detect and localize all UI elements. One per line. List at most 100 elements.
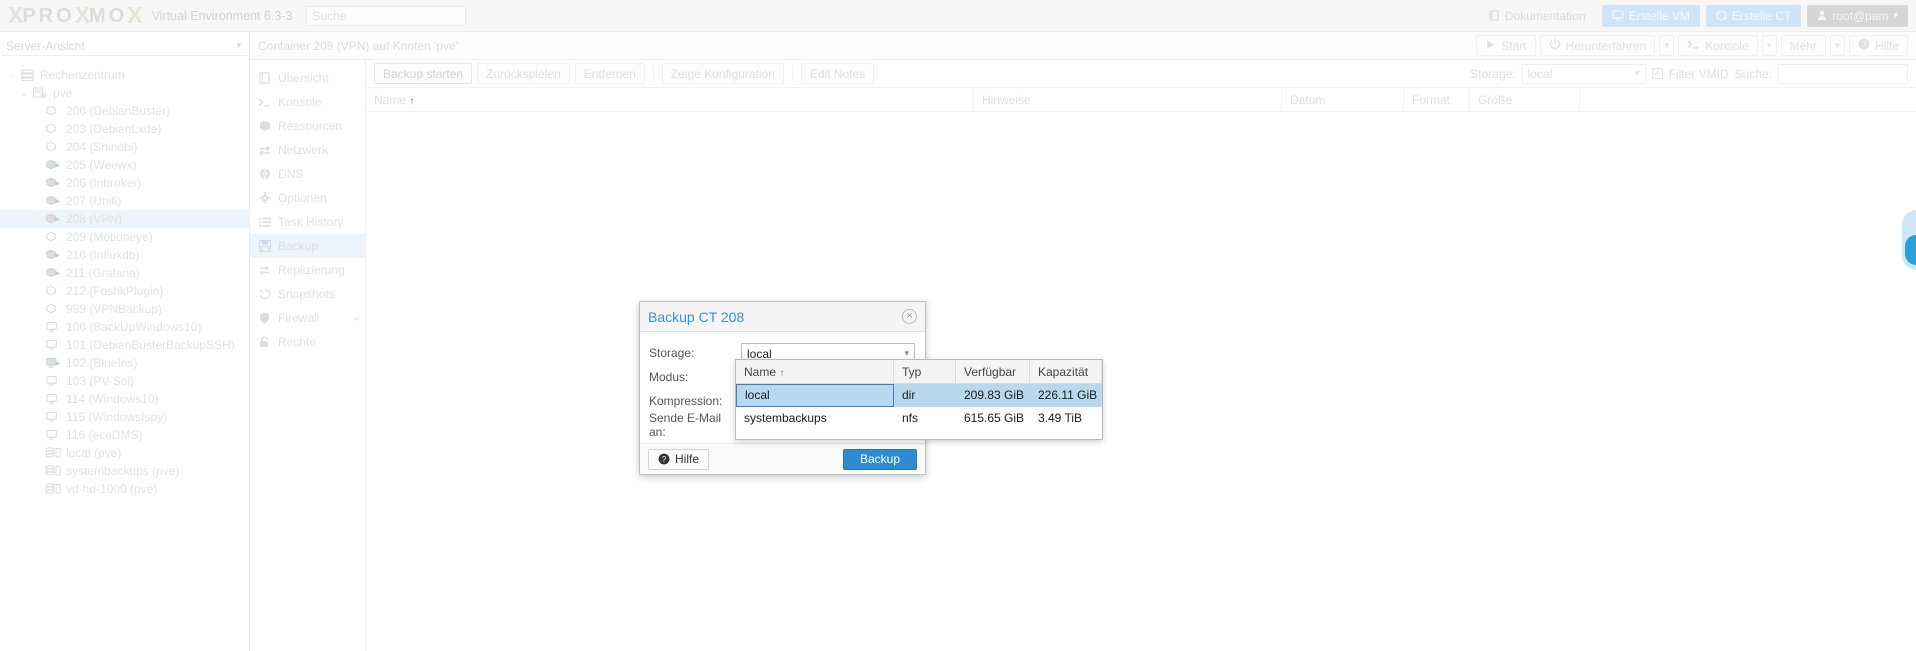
backup-start-button[interactable]: Backup starten <box>374 63 473 84</box>
tree-item[interactable]: 203 (DebianLxde) <box>0 120 249 138</box>
gear-icon <box>258 192 271 204</box>
grid-column-header[interactable]: Datum <box>1282 87 1404 112</box>
nav-item-konsole[interactable]: Konsole <box>250 90 365 114</box>
tree-item[interactable]: 115 (WindowsIspy) <box>0 408 249 426</box>
tree-item[interactable]: 205 (Weewx) <box>0 156 249 174</box>
tree-item[interactable]: ⌄ pve <box>0 84 249 102</box>
dropdown-column-header[interactable]: Name ↑ <box>736 360 894 384</box>
chevron-down-icon[interactable]: ▾ <box>1829 35 1845 56</box>
dropdown-row[interactable]: local dir 209.83 GiB 226.11 GiB <box>736 384 1102 407</box>
node-icon <box>31 87 49 99</box>
nav-item-backup[interactable]: Backup <box>250 234 365 258</box>
vm-stopped-icon <box>44 321 62 333</box>
konsole-button[interactable]: Konsole <box>1678 35 1758 56</box>
grid-column-header[interactable]: Hinweise <box>974 87 1282 112</box>
terminal-icon <box>258 97 271 108</box>
toolbar-right: Storage: local ▾ ✓ Filter VMID Suche: <box>1470 63 1908 84</box>
resource-nav-menu: Übersicht Konsole Ressourcen Netzwerk DNS Opt… <box>250 60 366 651</box>
help-button[interactable]: ? Hilfe <box>648 448 710 470</box>
nav-item-replizierung[interactable]: Replizierung <box>250 258 365 282</box>
hilfe-button[interactable]: ? Hilfe <box>1848 35 1908 56</box>
dropdown-row[interactable]: systembackups nfs 615.65 GiB 3.49 TiB <box>736 407 1102 430</box>
grid-column-header[interactable]: Name ↑ <box>366 87 974 112</box>
tree-item[interactable]: 200 (DebianBuster) <box>0 102 249 120</box>
nav-item-netzwerk[interactable]: Netzwerk <box>250 138 365 162</box>
expand-arrow-icon[interactable]: ⌄ <box>17 88 31 99</box>
edit-notes-button[interactable]: Edit Notes <box>800 63 875 84</box>
show-config-button[interactable]: Zeige Konfiguration <box>661 63 784 84</box>
tree-item-label: 103 (PV-Sol) <box>66 374 135 388</box>
tree-item[interactable]: 209 (Motioneye) <box>0 228 249 246</box>
tree-item[interactable]: 204 (Shinobi) <box>0 138 249 156</box>
backup-submit-button[interactable]: Backup <box>842 448 917 470</box>
tree-item[interactable]: 101 (DebianBusterBackupSSH) <box>0 336 249 354</box>
nav-item--bersicht[interactable]: Übersicht <box>250 66 365 90</box>
nav-item-dns[interactable]: DNS <box>250 162 365 186</box>
tree-item[interactable]: 206 (Iobroker) <box>0 174 249 192</box>
help-icon: ? <box>1858 38 1870 53</box>
tree-item[interactable]: 208 (VPN) <box>0 210 249 228</box>
content-action-bar: Start Herunterfahren ▾ Konsole ▾ Mehr ▾? Hilfe <box>1476 35 1908 56</box>
create-ct-label: Erstelle CT <box>1731 8 1792 23</box>
nav-item-firewall[interactable]: Firewall ▸ <box>250 306 365 330</box>
tree-item[interactable]: 102 (BlueIris) <box>0 354 249 372</box>
nav-item-rechte[interactable]: Rechte <box>250 330 365 354</box>
dropdown-column-header[interactable]: Typ <box>894 360 956 384</box>
tree-item[interactable]: 114 (Windows10) <box>0 390 249 408</box>
dropdown-column-header[interactable]: Verfügbar <box>956 360 1030 384</box>
tree-item[interactable]: 207 (Unifi) <box>0 192 249 210</box>
filter-vmid-checkbox[interactable]: ✓ <box>1651 68 1663 79</box>
svg-text:?: ? <box>1862 40 1867 49</box>
tree-item[interactable]: vd-hd-1000 (pve) <box>0 480 249 498</box>
view-selector[interactable]: Server-Ansicht ▾ <box>2 36 247 56</box>
grid-column-header[interactable]: Größe <box>1470 87 1580 112</box>
tree-item[interactable]: local (pve) <box>0 444 249 462</box>
documentation-button[interactable]: Dokumentation <box>1479 5 1596 27</box>
dropdown-cell-kapazitaet: 3.49 TiB <box>1038 411 1083 425</box>
mehr-button[interactable]: Mehr <box>1780 35 1826 56</box>
grid-column-label: Name <box>374 92 407 107</box>
tree-item-label: systembackups (pve) <box>66 464 180 478</box>
nav-item-optionen[interactable]: Optionen <box>250 186 365 210</box>
tree-item[interactable]: 211 (Grafana) <box>0 264 249 282</box>
dropdown-column-header[interactable]: Kapazität <box>1030 360 1102 384</box>
nav-item-task-history[interactable]: Task History <box>250 210 365 234</box>
nav-item-ressourcen[interactable]: Ressourcen <box>250 114 365 138</box>
chevron-down-icon[interactable]: ▾ <box>1761 35 1777 56</box>
tree-item[interactable]: 100 (BackUpWindows10) <box>0 318 249 336</box>
tree-item-label: local (pve) <box>66 446 122 460</box>
tree-item[interactable]: 210 (Influxdb) <box>0 246 249 264</box>
restore-button[interactable]: Zurückspielen <box>477 63 570 84</box>
herunterfahren-button[interactable]: Herunterfahren <box>1539 35 1656 56</box>
global-search-input[interactable]: Suche <box>306 5 467 26</box>
logo-x2-icon: X <box>74 2 90 28</box>
create-ct-button[interactable]: Erstelle CT <box>1705 4 1802 27</box>
chevron-down-icon[interactable]: ▾ <box>1659 35 1675 56</box>
tree-item[interactable]: ⌄ Rechenzentrum <box>0 66 249 84</box>
start-button[interactable]: Start <box>1476 35 1536 56</box>
vm-stopped-icon <box>44 411 62 423</box>
tree-item[interactable]: 999 (VPNBackup) <box>0 300 249 318</box>
user-menu-button[interactable]: root@pam ▾ <box>1807 4 1908 27</box>
logo-text-mo: MO <box>89 4 128 27</box>
search-input[interactable] <box>1778 63 1908 84</box>
create-vm-button[interactable]: Erstelle VM <box>1601 4 1700 27</box>
tree-item[interactable]: 116 (ecoDMS) <box>0 426 249 444</box>
nav-item-snapshots[interactable]: Snapshots <box>250 282 365 306</box>
close-icon[interactable]: × <box>902 309 917 324</box>
expand-arrow-icon[interactable]: ⌄ <box>4 70 18 81</box>
grid-column-header[interactable]: Format <box>1404 87 1470 112</box>
tree-item[interactable]: systembackups (pve) <box>0 462 249 480</box>
list-icon <box>258 217 271 228</box>
tree-item[interactable]: 212 (FoshkPlugin) <box>0 282 249 300</box>
toolbar-divider <box>652 65 654 82</box>
backup-grid-panel: Backup starten Zurückspielen Entfernen Z… <box>366 60 1916 651</box>
side-dock-handle[interactable] <box>1905 235 1916 265</box>
remove-button[interactable]: Entfernen <box>574 63 645 84</box>
action-label: Hilfe <box>1874 38 1899 53</box>
tree-item[interactable]: 103 (PV-Sol) <box>0 372 249 390</box>
dropdown-cell-typ: dir <box>902 388 916 402</box>
globe-icon <box>258 168 271 180</box>
storage-filter-select[interactable]: local ▾ <box>1521 63 1646 84</box>
cube-icon <box>258 120 271 132</box>
